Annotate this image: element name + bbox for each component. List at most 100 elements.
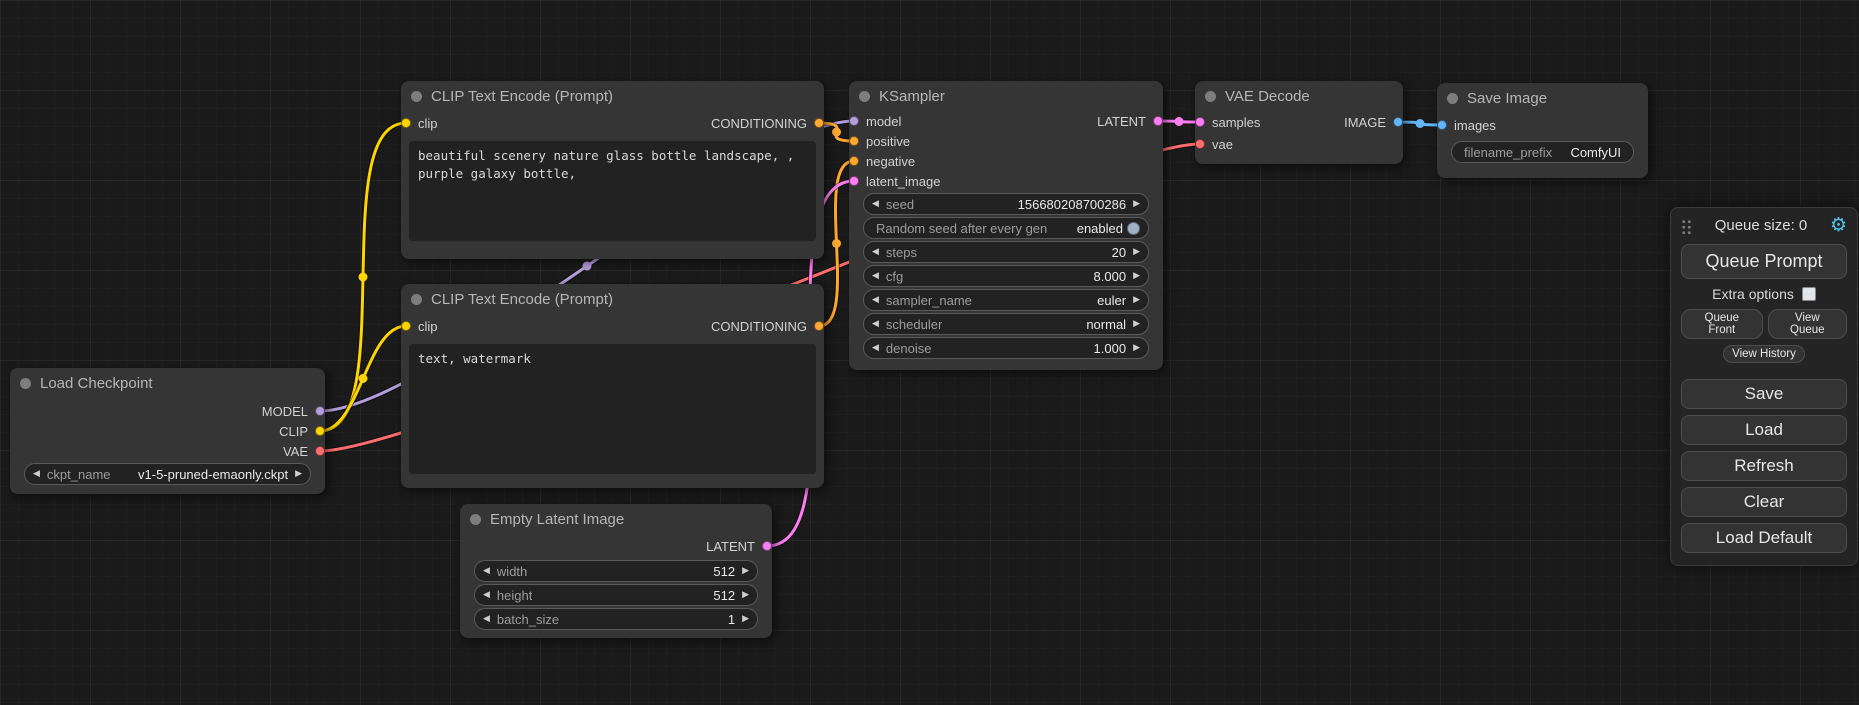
decrement-arrow-icon[interactable]: ◀	[483, 591, 490, 600]
widget-label: ckpt_name	[47, 467, 111, 482]
samples-input-dot[interactable]	[1195, 117, 1205, 127]
conditioning-output-dot[interactable]	[814, 118, 824, 128]
output-slot-clip: CLIP	[279, 424, 325, 439]
view-queue-button[interactable]: View Queue	[1768, 309, 1847, 339]
image-output-dot[interactable]	[1393, 117, 1403, 127]
node-empty-latent-image[interactable]: Empty Latent Image LATENT ◀ width 512 ▶ …	[460, 504, 772, 638]
increment-arrow-icon[interactable]: ▶	[1133, 272, 1140, 281]
load-default-button[interactable]: Load Default	[1681, 523, 1847, 553]
clip-output-dot[interactable]	[315, 426, 325, 436]
sampler-name-widget[interactable]: ◀ sampler_name euler ▶	[863, 289, 1149, 311]
node-title-bar[interactable]: KSampler	[849, 81, 1163, 111]
drag-handle-icon[interactable]	[1681, 218, 1692, 234]
increment-arrow-icon[interactable]: ▶	[295, 470, 302, 479]
node-clip-text-encode-negative[interactable]: CLIP Text Encode (Prompt) clip CONDITION…	[401, 284, 824, 488]
filename-prefix-widget[interactable]: filename_prefix ComfyUI	[1451, 141, 1634, 163]
decrement-arrow-icon[interactable]: ◀	[483, 567, 490, 576]
decrement-arrow-icon[interactable]: ◀	[483, 615, 490, 624]
cfg-widget[interactable]: ◀ cfg 8.000 ▶	[863, 265, 1149, 287]
latent-output-dot[interactable]	[762, 541, 772, 551]
node-title: Load Checkpoint	[40, 375, 153, 392]
node-vae-decode[interactable]: VAE Decode samples IMAGE vae	[1195, 81, 1403, 164]
node-title-bar[interactable]: Save Image	[1437, 83, 1648, 113]
decrement-arrow-icon[interactable]: ◀	[872, 296, 879, 305]
clip-input-dot[interactable]	[401, 321, 411, 331]
input-slot-clip: clip	[401, 319, 438, 334]
negative-prompt-textarea[interactable]: text, watermark	[409, 344, 816, 474]
widget-value: 512	[713, 564, 735, 579]
increment-arrow-icon[interactable]: ▶	[742, 567, 749, 576]
widget-value: ComfyUI	[1570, 145, 1621, 160]
conditioning-output-dot[interactable]	[814, 321, 824, 331]
save-button[interactable]: Save	[1681, 379, 1847, 409]
increment-arrow-icon[interactable]: ▶	[1133, 320, 1140, 329]
toggle-knob-icon[interactable]	[1127, 222, 1140, 235]
vae-output-dot[interactable]	[315, 446, 325, 456]
slot-label: vae	[1212, 137, 1233, 152]
vae-input-dot[interactable]	[1195, 139, 1205, 149]
positive-prompt-textarea[interactable]: beautiful scenery nature glass bottle la…	[409, 141, 816, 241]
latent-output-dot[interactable]	[1153, 116, 1163, 126]
increment-arrow-icon[interactable]: ▶	[1133, 248, 1140, 257]
collapse-dot-icon[interactable]	[1447, 93, 1458, 104]
slot-label: clip	[418, 319, 438, 334]
node-save-image[interactable]: Save Image images filename_prefix ComfyU…	[1437, 83, 1648, 178]
queue-front-button[interactable]: Queue Front	[1681, 309, 1763, 339]
increment-arrow-icon[interactable]: ▶	[1133, 296, 1140, 305]
increment-arrow-icon[interactable]: ▶	[742, 591, 749, 600]
node-title-bar[interactable]: Empty Latent Image	[460, 504, 772, 534]
steps-widget[interactable]: ◀ steps 20 ▶	[863, 241, 1149, 263]
collapse-dot-icon[interactable]	[859, 91, 870, 102]
clear-button[interactable]: Clear	[1681, 487, 1847, 517]
increment-arrow-icon[interactable]: ▶	[1133, 200, 1140, 209]
node-load-checkpoint[interactable]: Load Checkpoint MODEL CLIP VAE ◀ ckpt_na…	[10, 368, 325, 494]
positive-input-dot[interactable]	[849, 136, 859, 146]
output-slot-conditioning: CONDITIONING	[711, 319, 824, 334]
height-widget[interactable]: ◀ height 512 ▶	[474, 584, 758, 606]
collapse-dot-icon[interactable]	[470, 514, 481, 525]
collapse-dot-icon[interactable]	[411, 294, 422, 305]
node-ksampler[interactable]: KSampler model LATENT positive negative …	[849, 81, 1163, 370]
widget-value: normal	[1086, 317, 1126, 332]
denoise-widget[interactable]: ◀ denoise 1.000 ▶	[863, 337, 1149, 359]
input-slot-vae: vae	[1195, 137, 1233, 152]
slot-label: clip	[418, 116, 438, 131]
decrement-arrow-icon[interactable]: ◀	[872, 248, 879, 257]
decrement-arrow-icon[interactable]: ◀	[33, 470, 40, 479]
increment-arrow-icon[interactable]: ▶	[742, 615, 749, 624]
node-title-bar[interactable]: Load Checkpoint	[10, 368, 325, 398]
widget-value: euler	[1097, 293, 1126, 308]
model-input-dot[interactable]	[849, 116, 859, 126]
increment-arrow-icon[interactable]: ▶	[1133, 344, 1140, 353]
collapse-dot-icon[interactable]	[1205, 91, 1216, 102]
scheduler-widget[interactable]: ◀ scheduler normal ▶	[863, 313, 1149, 335]
seed-widget[interactable]: ◀ seed 156680208700286 ▶	[863, 193, 1149, 215]
node-title-bar[interactable]: CLIP Text Encode (Prompt)	[401, 284, 824, 314]
input-slot-clip: clip	[401, 116, 438, 131]
extra-options-checkbox[interactable]	[1802, 287, 1816, 301]
widget-label: denoise	[886, 341, 932, 356]
decrement-arrow-icon[interactable]: ◀	[872, 200, 879, 209]
queue-prompt-button[interactable]: Queue Prompt	[1681, 244, 1847, 279]
width-widget[interactable]: ◀ width 512 ▶	[474, 560, 758, 582]
batch-size-widget[interactable]: ◀ batch_size 1 ▶	[474, 608, 758, 630]
clip-input-dot[interactable]	[401, 118, 411, 128]
random-seed-toggle-widget[interactable]: Random seed after every gen enabled	[863, 217, 1149, 239]
model-output-dot[interactable]	[315, 406, 325, 416]
latent-image-input-dot[interactable]	[849, 176, 859, 186]
decrement-arrow-icon[interactable]: ◀	[872, 344, 879, 353]
ckpt-name-widget[interactable]: ◀ ckpt_name v1-5-pruned-emaonly.ckpt ▶	[24, 463, 311, 485]
node-title-bar[interactable]: CLIP Text Encode (Prompt)	[401, 81, 824, 111]
settings-gear-icon[interactable]: ⚙	[1830, 216, 1847, 235]
decrement-arrow-icon[interactable]: ◀	[872, 320, 879, 329]
node-title-bar[interactable]: VAE Decode	[1195, 81, 1403, 111]
load-button[interactable]: Load	[1681, 415, 1847, 445]
refresh-button[interactable]: Refresh	[1681, 451, 1847, 481]
negative-input-dot[interactable]	[849, 156, 859, 166]
decrement-arrow-icon[interactable]: ◀	[872, 272, 879, 281]
view-history-button[interactable]: View History	[1723, 345, 1805, 363]
collapse-dot-icon[interactable]	[20, 378, 31, 389]
collapse-dot-icon[interactable]	[411, 91, 422, 102]
images-input-dot[interactable]	[1437, 120, 1447, 130]
node-clip-text-encode-positive[interactable]: CLIP Text Encode (Prompt) clip CONDITION…	[401, 81, 824, 259]
